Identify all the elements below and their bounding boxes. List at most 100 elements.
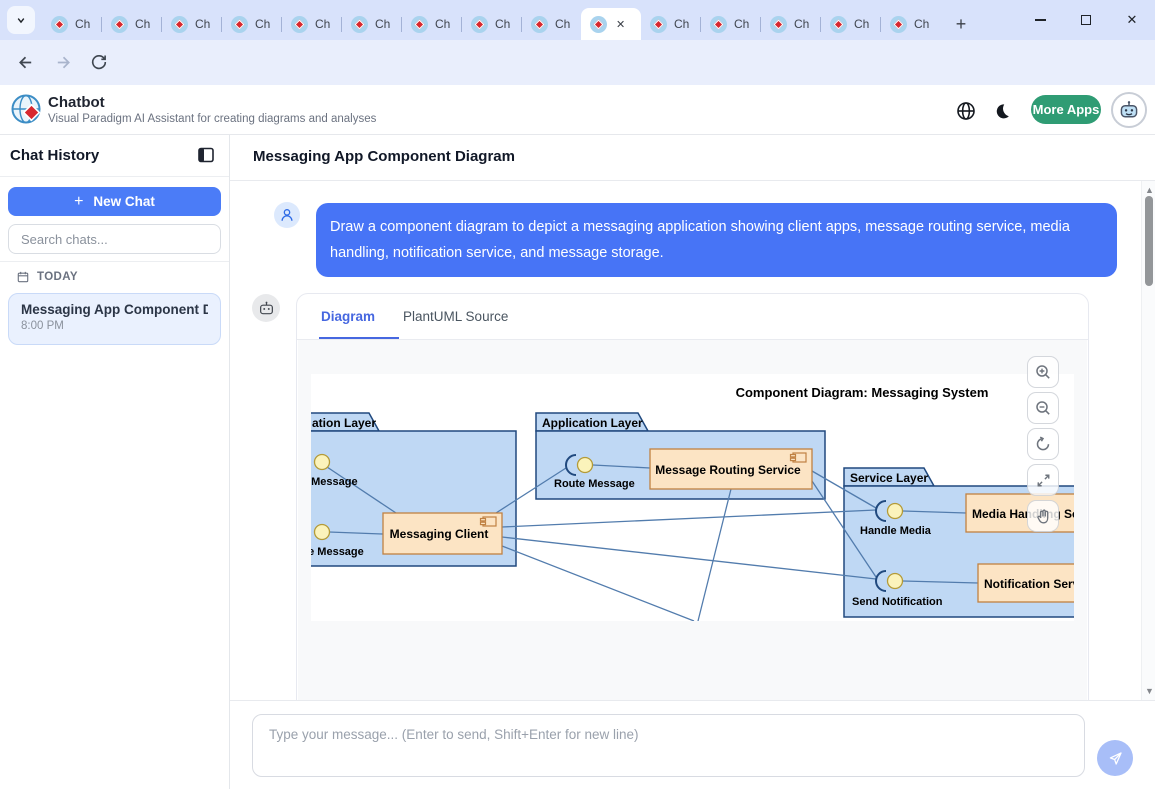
- reset-view-button[interactable]: [1027, 428, 1059, 460]
- send-plane-icon: [1107, 750, 1124, 767]
- layer-presentation-label: ation Layer: [312, 416, 376, 430]
- diagram-canvas[interactable]: ation Layer Application Layer Service La…: [311, 374, 1074, 621]
- tab-diagram[interactable]: Diagram: [321, 294, 375, 339]
- app-header: Chatbot Visual Paradigm AI Assistant for…: [0, 85, 1155, 135]
- interface-handle-media: [888, 504, 903, 519]
- vp-favicon-icon: [411, 16, 428, 33]
- browser-tab[interactable]: Ch: [342, 8, 401, 40]
- zoom-in-button[interactable]: [1027, 356, 1059, 388]
- interface-label: Handle Media: [860, 525, 932, 537]
- browser-tab[interactable]: Ch: [462, 8, 521, 40]
- back-button[interactable]: [10, 47, 40, 77]
- reload-button[interactable]: [84, 47, 114, 77]
- edge: [502, 510, 876, 527]
- user-message-bubble: Draw a component diagram to depict a mes…: [316, 203, 1117, 277]
- window-close-button[interactable]: ✕: [1109, 0, 1155, 40]
- scroll-down-icon[interactable]: ▼: [1145, 687, 1153, 695]
- plus-icon: +: [74, 193, 83, 211]
- sidebar: Chat History + New Chat TODAY Messaging …: [0, 135, 230, 789]
- reset-rotate-icon: [1035, 436, 1051, 452]
- page-title-bar: Messaging App Component Diagram: [230, 135, 1155, 181]
- card-tabs: Diagram PlantUML Source: [297, 294, 1088, 340]
- dark-mode-button[interactable]: [991, 100, 1013, 122]
- more-apps-button[interactable]: More Apps: [1031, 95, 1101, 124]
- tab-search-chevron-button[interactable]: [7, 6, 35, 34]
- vp-favicon-icon: [531, 16, 548, 33]
- vp-favicon-icon: [770, 16, 787, 33]
- calendar-icon: [17, 271, 29, 283]
- composer: [230, 700, 1155, 789]
- browser-tab[interactable]: Ch: [821, 8, 880, 40]
- new-tab-button[interactable]: +: [948, 11, 974, 37]
- scrollbar-thumb[interactable]: [1145, 196, 1153, 286]
- chat-item-time: 8:00 PM: [21, 320, 208, 332]
- user-avatar: [274, 202, 300, 228]
- browser-tab[interactable]: Ch: [102, 8, 161, 40]
- tabs-row: Ch Ch Ch Ch Ch Ch Ch Ch Ch ✕ Ch Ch Ch Ch…: [42, 8, 974, 40]
- pan-button[interactable]: [1027, 500, 1059, 532]
- new-chat-label: New Chat: [93, 194, 155, 209]
- chatbot-robot-button[interactable]: [1111, 92, 1147, 128]
- browser-tab[interactable]: Ch: [522, 8, 581, 40]
- interface-label: Route Message: [554, 478, 635, 490]
- vp-favicon-icon: [351, 16, 368, 33]
- browser-tab[interactable]: Ch: [402, 8, 461, 40]
- tab-plantuml-source[interactable]: PlantUML Source: [403, 294, 508, 339]
- zoom-out-icon: [1035, 400, 1051, 416]
- diagram-controls: [1027, 356, 1059, 532]
- message-input[interactable]: [252, 714, 1085, 777]
- chat-history-item[interactable]: Messaging App Component Di... 8:00 PM: [8, 293, 221, 345]
- vp-favicon-icon: [171, 16, 188, 33]
- minimize-icon: [1035, 19, 1046, 20]
- layer-service-label: Service Layer: [850, 471, 928, 485]
- layer-application-label: Application Layer: [542, 416, 643, 430]
- browser-tab[interactable]: Ch: [42, 8, 101, 40]
- today-section-header: TODAY: [17, 271, 78, 283]
- send-button[interactable]: [1097, 740, 1133, 776]
- forward-button[interactable]: [48, 47, 78, 77]
- interface-route-message: [578, 458, 593, 473]
- main-panel: Messaging App Component Diagram Draw a c…: [230, 135, 1155, 789]
- visual-paradigm-logo: [10, 93, 44, 127]
- scroll-up-icon[interactable]: ▲: [1145, 186, 1153, 194]
- zoom-in-icon: [1035, 364, 1051, 380]
- browser-tab[interactable]: Ch: [761, 8, 820, 40]
- browser-tab-active[interactable]: ✕: [581, 8, 641, 40]
- diagram-card: Diagram PlantUML Source: [296, 293, 1089, 700]
- search-chats-input[interactable]: [8, 224, 221, 254]
- window-minimize-button[interactable]: [1017, 0, 1063, 40]
- browser-tab[interactable]: Ch: [222, 8, 281, 40]
- browser-tab[interactable]: Ch: [282, 8, 341, 40]
- browser-tab[interactable]: Ch: [881, 8, 940, 40]
- zoom-out-button[interactable]: [1027, 392, 1059, 424]
- chat-item-title: Messaging App Component Di...: [21, 302, 208, 317]
- expand-icon: [1036, 473, 1051, 488]
- today-label: TODAY: [37, 271, 78, 283]
- interface-receive-message: [315, 525, 330, 540]
- window-maximize-button[interactable]: [1063, 0, 1109, 40]
- sidebar-divider: [0, 261, 229, 262]
- robot-face-icon: [1118, 99, 1140, 121]
- vp-favicon-icon: [231, 16, 248, 33]
- fullscreen-button[interactable]: [1027, 464, 1059, 496]
- vp-favicon-icon: [890, 16, 907, 33]
- browser-tab[interactable]: Ch: [701, 8, 760, 40]
- interface-send-message: [315, 455, 330, 470]
- browser-toolbar: ai-toolbox.visual-paradigm.com/app/chatb…: [0, 40, 1155, 85]
- diagram-viewport[interactable]: ation Layer Application Layer Service La…: [298, 340, 1087, 700]
- edge: [502, 546, 694, 621]
- interface-label: Send Notification: [852, 596, 943, 608]
- collapse-sidebar-icon[interactable]: [197, 146, 215, 164]
- browser-tab[interactable]: Ch: [641, 8, 700, 40]
- new-chat-button[interactable]: + New Chat: [8, 187, 221, 216]
- app-subtitle: Visual Paradigm AI Assistant for creatin…: [48, 113, 376, 125]
- vertical-scrollbar[interactable]: ▲ ▼: [1141, 181, 1155, 700]
- bot-avatar: [252, 294, 280, 322]
- language-globe-button[interactable]: [955, 100, 977, 122]
- browser-tab[interactable]: Ch: [162, 8, 221, 40]
- chevron-down-icon: [14, 13, 28, 27]
- component-label: Notification Serv: [984, 577, 1074, 591]
- page-title: Messaging App Component Diagram: [253, 148, 515, 165]
- tab-close-icon[interactable]: ✕: [616, 18, 625, 31]
- vp-favicon-icon: [111, 16, 128, 33]
